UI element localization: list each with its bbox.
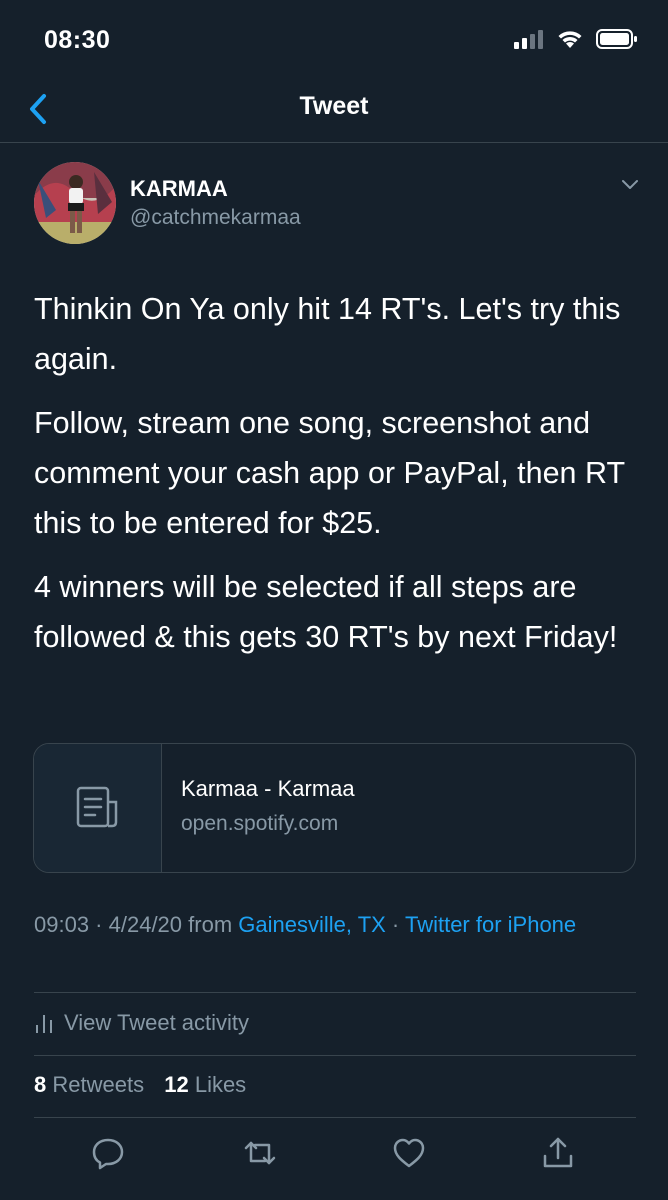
likes-label: Likes [194, 1072, 247, 1097]
wifi-icon [558, 31, 582, 48]
view-tweet-activity-button[interactable]: View Tweet activity [34, 1006, 249, 1040]
tweet-meta: 09:03 · 4/24/20 from Gainesville, TX · T… [34, 908, 634, 941]
meta-separator: · [89, 912, 109, 937]
tweet-paragraph: Thinkin On Ya only hit 14 RT's. Let's tr… [34, 292, 621, 376]
divider [34, 1055, 636, 1056]
retweet-icon [244, 1141, 276, 1165]
reply-button[interactable] [90, 1135, 126, 1171]
likes-stat[interactable]: 12 Likes [164, 1072, 246, 1097]
retweets-count: 8 [34, 1072, 47, 1097]
status-time: 08:30 [44, 26, 111, 54]
status-icons [514, 28, 638, 50]
document-icon [76, 786, 117, 828]
share-button[interactable] [540, 1135, 576, 1171]
retweets-label: Retweets [52, 1072, 145, 1097]
chevron-down-icon [622, 180, 638, 189]
meta-from: from [182, 912, 239, 937]
page-title: Tweet [299, 92, 369, 120]
nav-bar: Tweet [0, 80, 668, 143]
link-card[interactable]: Karmaa - Karmaa open.spotify.com [33, 743, 636, 873]
tweet-time: 09:03 [34, 912, 90, 937]
tweet-paragraph: 4 winners will be selected if all steps … [34, 570, 618, 654]
tweet-author: KARMAA @catchmekarmaa [34, 162, 644, 248]
action-bar [0, 1135, 668, 1175]
like-icon [393, 1138, 425, 1168]
user-handle[interactable]: @catchmekarmaa [130, 206, 301, 230]
status-bar: 08:30 [0, 0, 668, 80]
activity-label: View Tweet activity [64, 1010, 250, 1035]
location-link[interactable]: Gainesville, TX [238, 912, 386, 937]
source-link[interactable]: Twitter for iPhone [405, 912, 576, 937]
card-title: Karmaa - Karmaa [181, 776, 355, 801]
card-thumbnail [34, 744, 162, 872]
reply-icon [92, 1138, 124, 1170]
tweet-stats: 8 Retweets 12 Likes [34, 1072, 260, 1098]
tweet-options-button[interactable] [620, 178, 640, 192]
retweet-button[interactable] [242, 1135, 278, 1171]
card-domain: open.spotify.com [181, 812, 339, 835]
share-icon [543, 1137, 573, 1168]
divider [34, 992, 636, 993]
activity-bars-icon [36, 1015, 52, 1033]
display-name[interactable]: KARMAA [130, 176, 228, 202]
tweet-date: 4/24/20 [108, 912, 183, 937]
tweet-paragraph: Follow, stream one song, screenshot and … [34, 406, 625, 540]
battery-icon [596, 29, 637, 49]
signal-icon [514, 30, 543, 49]
retweets-stat[interactable]: 8 Retweets [34, 1072, 144, 1097]
likes-count: 12 [164, 1072, 189, 1097]
tweet-text: Thinkin On Ya only hit 14 RT's. Let's tr… [34, 284, 644, 676]
meta-separator: · [385, 912, 405, 937]
avatar[interactable] [34, 162, 116, 244]
divider [34, 1117, 636, 1118]
like-button[interactable] [391, 1135, 427, 1171]
